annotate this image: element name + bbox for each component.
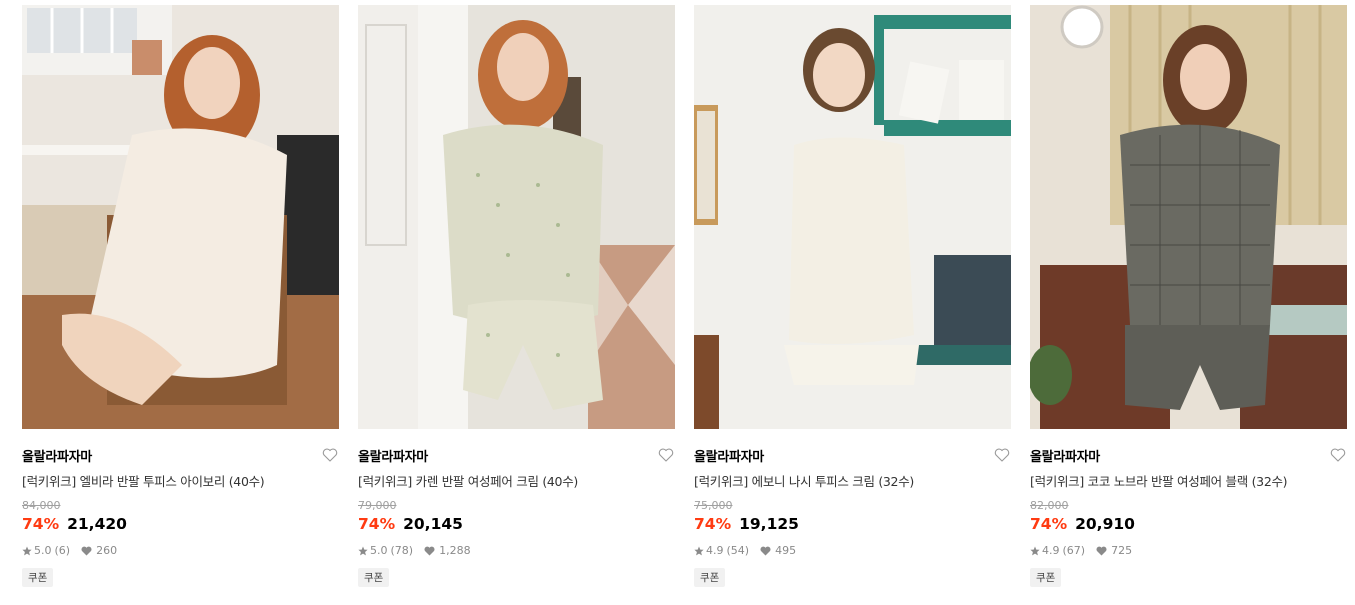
product-image[interactable] (358, 5, 675, 429)
like-count: 1,288 (439, 544, 471, 557)
product-title[interactable]: [럭키위크] 에보니 나시 투피스 크림 (32수) (694, 471, 1011, 490)
product-card[interactable]: 올랄라파자마 [럭키위크] 카렌 반팔 여성페어 크림 (40수) 79,000… (358, 5, 675, 587)
review-count: (6) (54, 544, 71, 557)
coupon-badge: 쿠폰 (694, 568, 726, 587)
product-title[interactable]: [럭키위크] 카렌 반팔 여성페어 크림 (40수) (358, 471, 675, 490)
rating-value: 5.0 (34, 544, 52, 557)
product-card[interactable]: 올랄라파자마 [럭키위크] 에보니 나시 투피스 크림 (32수) 75,000… (694, 5, 1011, 587)
sale-price: 20,910 (1075, 515, 1135, 533)
like-count: 260 (96, 544, 118, 557)
like-count: 495 (775, 544, 797, 557)
product-image[interactable] (22, 5, 339, 429)
like-count: 725 (1111, 544, 1133, 557)
like-heart-icon (424, 546, 435, 555)
product-title[interactable]: [럭키위크] 코코 노브라 반팔 여성페어 블랙 (32수) (1030, 471, 1347, 490)
star-icon (22, 546, 32, 555)
sale-price: 20,145 (403, 515, 463, 533)
coupon-badge: 쿠폰 (358, 568, 390, 587)
like-heart-icon (1096, 546, 1107, 555)
wishlist-heart-icon[interactable] (1329, 446, 1347, 464)
review-count: (54) (726, 544, 750, 557)
brand-name[interactable]: 올랄라파자마 (22, 446, 92, 465)
product-card[interactable]: 올랄라파자마 [럭키위크] 엘비라 반팔 투피스 아이보리 (40수) 84,0… (22, 5, 339, 587)
product-image[interactable] (694, 5, 1011, 429)
coupon-badge: 쿠폰 (22, 568, 54, 587)
review-count: (78) (390, 544, 414, 557)
discount-rate: 74% (694, 515, 732, 533)
like-heart-icon (81, 546, 92, 555)
sale-price: 21,420 (67, 515, 127, 533)
brand-name[interactable]: 올랄라파자마 (1030, 446, 1100, 465)
coupon-badge: 쿠폰 (1030, 568, 1062, 587)
discount-rate: 74% (1030, 515, 1068, 533)
brand-name[interactable]: 올랄라파자마 (694, 446, 764, 465)
original-price: 75,000 (694, 499, 733, 512)
original-price: 82,000 (1030, 499, 1069, 512)
star-icon (1030, 546, 1040, 555)
star-icon (358, 546, 368, 555)
discount-rate: 74% (358, 515, 396, 533)
product-card[interactable]: 올랄라파자마 [럭키위크] 코코 노브라 반팔 여성페어 블랙 (32수) 82… (1030, 5, 1347, 587)
rating-value: 4.9 (706, 544, 724, 557)
wishlist-heart-icon[interactable] (993, 446, 1011, 464)
review-count: (67) (1062, 544, 1086, 557)
wishlist-heart-icon[interactable] (657, 446, 675, 464)
brand-name[interactable]: 올랄라파자마 (358, 446, 428, 465)
rating-value: 5.0 (370, 544, 388, 557)
like-heart-icon (760, 546, 771, 555)
original-price: 84,000 (22, 499, 61, 512)
product-grid: 올랄라파자마 [럭키위크] 엘비라 반팔 투피스 아이보리 (40수) 84,0… (22, 5, 1347, 587)
product-title[interactable]: [럭키위크] 엘비라 반팔 투피스 아이보리 (40수) (22, 471, 339, 490)
discount-rate: 74% (22, 515, 60, 533)
sale-price: 19,125 (739, 515, 799, 533)
star-icon (694, 546, 704, 555)
wishlist-heart-icon[interactable] (321, 446, 339, 464)
original-price: 79,000 (358, 499, 397, 512)
rating-value: 4.9 (1042, 544, 1060, 557)
product-image[interactable] (1030, 5, 1347, 429)
